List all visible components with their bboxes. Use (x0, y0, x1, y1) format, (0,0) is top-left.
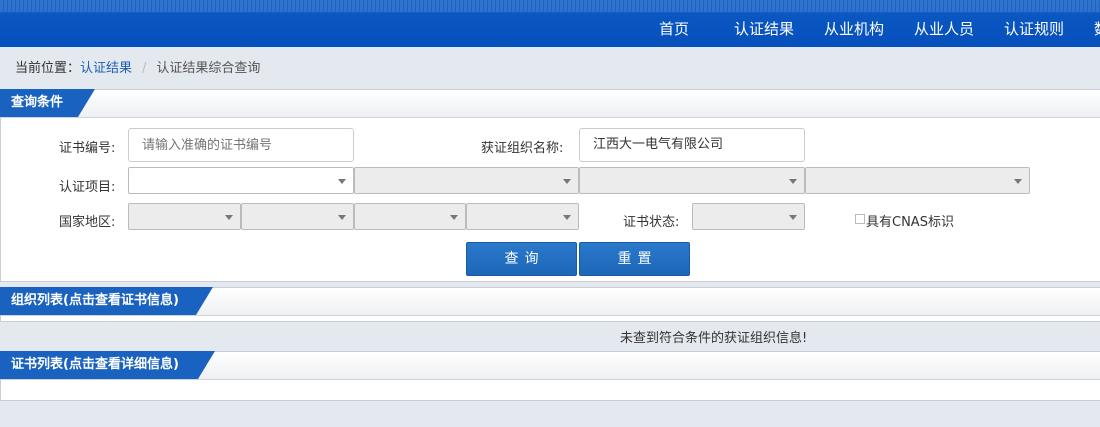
region-select-3[interactable] (354, 203, 466, 230)
nav-personnel[interactable]: 从业人员 (914, 12, 974, 47)
region-select-2[interactable] (241, 203, 354, 230)
chevron-down-icon (338, 215, 346, 220)
breadcrumb-link-cert-results[interactable]: 认证结果 (80, 61, 132, 76)
reset-button[interactable]: 重置 (579, 242, 690, 276)
breadcrumb-prefix: 当前位置： (15, 61, 81, 76)
nav-institutions[interactable]: 从业机构 (824, 12, 884, 47)
cert-project-select-2[interactable] (354, 167, 579, 194)
top-navigation-bar: 首页 认证结果 从业机构 从业人员 认证规则 数 (0, 0, 1100, 47)
org-list-header: 组织列表(点击查看证书信息) (0, 287, 1100, 316)
cert-status-label: 证书状态: (623, 215, 680, 230)
org-name-input[interactable]: 江西大一电气有限公司 (579, 128, 805, 162)
cert-list-header: 证书列表(点击查看详细信息) (0, 351, 1100, 380)
cert-project-select-4[interactable] (805, 167, 1030, 194)
nav-home[interactable]: 首页 (659, 12, 689, 47)
cert-project-label: 认证项目: (59, 180, 116, 195)
chevron-down-icon (789, 179, 797, 184)
cert-no-input[interactable] (128, 128, 354, 162)
chevron-down-icon (450, 215, 458, 220)
nav-rules[interactable]: 认证规则 (1004, 12, 1064, 47)
chevron-down-icon (563, 179, 571, 184)
chevron-down-icon (225, 215, 233, 220)
cert-list-title: 证书列表(点击查看详细信息) (0, 351, 215, 379)
breadcrumb-current: 认证结果综合查询 (156, 61, 261, 76)
nav-cert-results[interactable]: 认证结果 (734, 12, 794, 47)
region-select-1[interactable] (128, 203, 241, 230)
org-name-label: 获证组织名称: (481, 141, 564, 156)
cert-project-select-3[interactable] (579, 167, 805, 194)
query-button[interactable]: 查询 (466, 242, 577, 276)
region-select-4[interactable] (466, 203, 579, 230)
org-list-panel: 组织列表(点击查看证书信息) (0, 287, 1100, 322)
cert-status-select[interactable] (692, 203, 805, 230)
header-stripe (0, 0, 1100, 12)
org-list-title: 组织列表(点击查看证书信息) (0, 287, 213, 315)
region-label: 国家地区: (59, 215, 116, 230)
chevron-down-icon (1014, 179, 1022, 184)
cert-list-panel: 证书列表(点击查看详细信息) (0, 351, 1100, 401)
cnas-label[interactable]: 具有CNAS标识 (866, 211, 954, 230)
cert-no-label: 证书编号: (59, 141, 116, 156)
main-nav: 首页 认证结果 从业机构 从业人员 认证规则 数 (0, 12, 1100, 47)
cnas-checkbox[interactable] (855, 214, 865, 224)
query-panel-header: 查询条件 (0, 89, 1100, 118)
chevron-down-icon (338, 179, 346, 184)
query-panel-title: 查询条件 (0, 89, 95, 117)
breadcrumb: 当前位置：认证结果 / 认证结果综合查询 (15, 57, 260, 76)
org-list-empty-message: 未查到符合条件的获证组织信息! (620, 331, 808, 346)
cert-project-select-1[interactable] (128, 167, 354, 194)
breadcrumb-separator: / (142, 61, 147, 76)
chevron-down-icon (563, 215, 571, 220)
nav-data[interactable]: 数 (1094, 12, 1100, 47)
chevron-down-icon (789, 215, 797, 220)
